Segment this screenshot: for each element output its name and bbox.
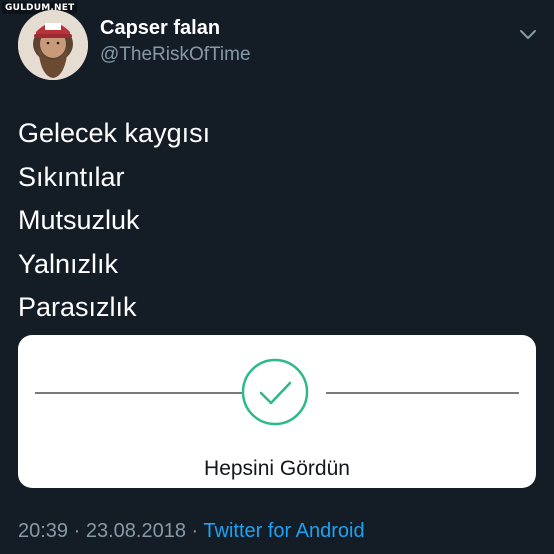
display-name[interactable]: Capser falan bbox=[100, 17, 220, 40]
user-handle[interactable]: @TheRiskOfTime bbox=[100, 44, 251, 66]
tweet-time: 20:39 bbox=[18, 520, 69, 542]
tweet-date: 23.08.2018 bbox=[85, 520, 186, 542]
tweet-line: Yalnızlık bbox=[18, 248, 119, 279]
divider-line bbox=[326, 392, 519, 394]
tweet-source-link[interactable]: Twitter for Android bbox=[203, 520, 364, 542]
avatar-image bbox=[18, 10, 88, 80]
tweet-line: Sıkıntılar bbox=[18, 161, 125, 192]
tweet-line: Parasızlık bbox=[18, 292, 137, 322]
card-label: Hepsini Gördün bbox=[204, 457, 350, 480]
meta-separator: · bbox=[73, 520, 81, 542]
check-circle-icon bbox=[241, 358, 309, 426]
meta-separator: · bbox=[191, 520, 199, 542]
tweet-meta: 20:39 · 23.08.2018 · Twitter for Android bbox=[18, 520, 365, 543]
chevron-down-icon[interactable] bbox=[518, 24, 538, 44]
avatar[interactable] bbox=[18, 10, 88, 80]
tweet-line: Gelecek kaygısı bbox=[18, 118, 211, 148]
seen-all-card[interactable]: Hepsini Gördün bbox=[18, 335, 536, 488]
divider-line bbox=[35, 392, 243, 394]
tweet-line: Mutsuzluk bbox=[18, 205, 140, 235]
tweet-text: Gelecek kaygısı Sıkıntılar Mutsuzluk Yal… bbox=[18, 112, 210, 330]
